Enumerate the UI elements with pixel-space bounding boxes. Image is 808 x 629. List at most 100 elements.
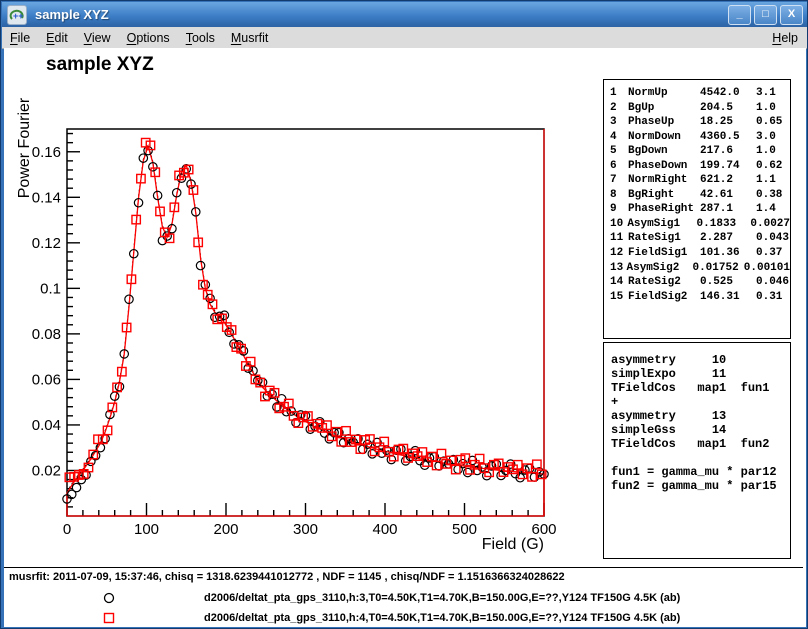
theory-line: asymmetry 10 — [611, 353, 790, 367]
param-pn: 5 — [610, 144, 628, 159]
param-pn: 8 — [610, 188, 628, 203]
param-perr: 1.4 — [756, 202, 790, 217]
param-pval: 101.36 — [700, 246, 756, 261]
param-row: 4NormDown4360.53.0 — [610, 130, 790, 145]
data-point-circle — [454, 465, 462, 473]
param-row: 15FieldSig2146.310.31 — [610, 290, 790, 305]
y-tick-label: 0.08 — [32, 326, 61, 343]
param-pname: NormRight — [628, 173, 700, 188]
param-pn: 7 — [610, 173, 628, 188]
data-point-circle — [497, 471, 505, 479]
param-pval: 4542.0 — [700, 86, 756, 101]
app-window: ++ sample XYZ _ □ X FileEditViewOptionsT… — [0, 0, 808, 629]
param-pn: 11 — [610, 231, 628, 246]
param-pname: NormDown — [628, 130, 700, 145]
param-pval: 18.25 — [700, 115, 756, 130]
menu-item-view[interactable]: View — [76, 29, 119, 47]
theory-line: simpleGss 14 — [611, 423, 790, 437]
param-pname: AsymSig2 — [627, 261, 693, 276]
menubar: FileEditViewOptionsToolsMusrfit Help — [2, 27, 808, 49]
root-canvas: sample XYZ Field (G) Power Fourier 01002… — [4, 48, 806, 627]
data-point-circle — [359, 445, 367, 453]
menu-item-file[interactable]: File — [2, 29, 38, 47]
param-pval: 0.01752 — [692, 261, 743, 276]
y-tick-label: 0.06 — [32, 371, 61, 388]
param-perr: 1.1 — [756, 173, 790, 188]
theory-line: TFieldCos map1 fun1 — [611, 381, 790, 395]
param-perr: 1.0 — [756, 101, 790, 116]
param-pn: 15 — [610, 290, 628, 305]
param-row: 8BgRight42.610.38 — [610, 188, 790, 203]
param-perr: 1.0 — [756, 144, 790, 159]
param-pname: BgUp — [628, 101, 700, 116]
status-separator — [4, 567, 803, 568]
param-row: 3PhaseUp18.250.65 — [610, 115, 790, 130]
fourier-plot[interactable]: Field (G) Power Fourier 0100200300400500… — [4, 48, 604, 568]
param-pn: 9 — [610, 202, 628, 217]
param-perr: 3.0 — [756, 130, 790, 145]
param-pval: 42.61 — [700, 188, 756, 203]
param-pname: PhaseDown — [628, 159, 700, 174]
param-pname: NormUp — [628, 86, 700, 101]
menu-item-tools[interactable]: Tools — [178, 29, 223, 47]
y-tick-label: 0.1 — [40, 280, 61, 297]
x-tick-label: 600 — [531, 521, 556, 538]
window-titlebar[interactable]: ++ sample XYZ _ □ X — [2, 2, 808, 27]
param-pval: 0.525 — [700, 275, 756, 290]
legend-circle-marker — [100, 589, 118, 607]
theory-line: simplExpo 11 — [611, 367, 790, 381]
param-row: 11RateSig12.2870.043 — [610, 231, 790, 246]
x-axis-label: Field (G) — [482, 536, 544, 553]
theory-line — [611, 451, 790, 465]
menu-item-musrfit[interactable]: Musrfit — [223, 29, 277, 47]
param-pval: 217.6 — [700, 144, 756, 159]
param-pval: 146.31 — [700, 290, 756, 305]
param-perr: 0.0027 — [750, 217, 790, 232]
param-pn: 6 — [610, 159, 628, 174]
menu-item-edit[interactable]: Edit — [38, 29, 76, 47]
param-perr: 3.1 — [756, 86, 790, 101]
svg-text:++: ++ — [13, 11, 24, 21]
y-tick-label: 0.16 — [32, 144, 61, 161]
param-perr: 0.00101 — [744, 261, 790, 276]
param-perr: 0.043 — [756, 231, 790, 246]
maximize-button[interactable]: □ — [754, 5, 777, 25]
x-tick-label: 100 — [134, 521, 159, 538]
param-pn: 13 — [610, 261, 627, 276]
param-perr: 0.046 — [756, 275, 790, 290]
close-button[interactable]: X — [780, 5, 803, 25]
data-point-square — [151, 168, 159, 176]
y-axis-label: Power Fourier — [16, 97, 33, 198]
theory-line: TFieldCos map1 fun2 — [611, 437, 790, 451]
menu-item-help[interactable]: Help — [762, 29, 808, 47]
param-perr: 0.38 — [756, 188, 790, 203]
param-pval: 204.5 — [700, 101, 756, 116]
param-pn: 12 — [610, 246, 628, 261]
param-pval: 199.74 — [700, 159, 756, 174]
x-tick-label: 200 — [213, 521, 238, 538]
theory-line: asymmetry 13 — [611, 409, 790, 423]
menu-item-options[interactable]: Options — [119, 29, 178, 47]
data-point-circle — [72, 483, 80, 491]
param-pval: 287.1 — [700, 202, 756, 217]
param-pn: 14 — [610, 275, 628, 290]
minimize-button[interactable]: _ — [728, 5, 751, 25]
parameter-stats-box: 1NormUp4542.03.12BgUp204.51.03PhaseUp18.… — [603, 79, 791, 339]
window-title: sample XYZ — [35, 7, 109, 22]
y-tick-label: 0.04 — [32, 417, 61, 434]
param-pname: FieldSig2 — [628, 290, 700, 305]
x-tick-label: 0 — [63, 521, 71, 538]
param-pname: PhaseRight — [628, 202, 700, 217]
param-pname: PhaseUp — [628, 115, 700, 130]
fit-info-line: musrfit: 2011-07-09, 15:37:46, chisq = 1… — [9, 571, 565, 583]
root-app-icon: ++ — [7, 5, 27, 25]
y-tick-label: 0.14 — [32, 189, 61, 206]
param-pname: RateSig2 — [628, 275, 700, 290]
param-pval: 0.1833 — [697, 217, 751, 232]
legend-label: d2006/deltat_pta_gps_3110,h:4,T0=4.50K,T… — [204, 612, 680, 624]
param-perr: 0.31 — [756, 290, 790, 305]
x-tick-label: 300 — [293, 521, 318, 538]
param-row: 2BgUp204.51.0 — [610, 101, 790, 116]
legend-square-marker — [100, 609, 118, 627]
param-pname: BgDown — [628, 144, 700, 159]
